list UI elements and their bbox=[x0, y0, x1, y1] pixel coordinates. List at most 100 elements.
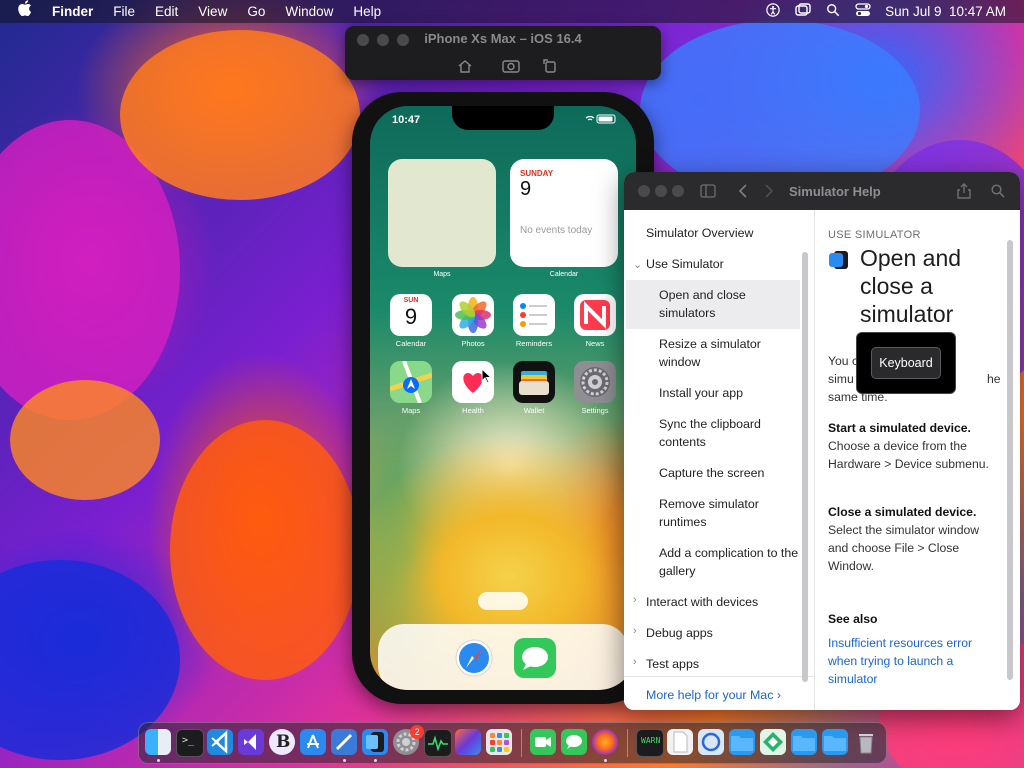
finder-icon[interactable] bbox=[145, 729, 171, 755]
menu-file[interactable]: File bbox=[103, 0, 145, 23]
app-label-wallet: Wallet bbox=[523, 406, 545, 415]
visual-studio-icon[interactable] bbox=[238, 729, 264, 755]
app-label-news: News bbox=[585, 339, 605, 348]
help-search-icon[interactable] bbox=[991, 184, 1005, 203]
start-device-title: Start a simulated device. bbox=[828, 421, 971, 435]
sidebar-item-resize[interactable]: Resize a simulator window bbox=[659, 335, 799, 371]
chevron-down-icon[interactable]: ⌄ bbox=[633, 258, 642, 271]
help-close-button[interactable] bbox=[638, 185, 650, 197]
document-icon[interactable] bbox=[667, 729, 693, 755]
sidebar-item-simulator-overview[interactable]: Simulator Overview bbox=[646, 224, 822, 242]
help-minimize-button[interactable] bbox=[655, 185, 667, 197]
help-zoom-button[interactable] bbox=[672, 185, 684, 197]
control-center-icon[interactable] bbox=[855, 3, 871, 20]
simulator-toolbar: iPhone Xs Max – iOS 16.4 bbox=[345, 26, 661, 80]
close-device-text: Select the simulator window and choose F… bbox=[828, 523, 980, 573]
menu-edit[interactable]: Edit bbox=[145, 0, 188, 23]
sidebar-item-remove-runtimes[interactable]: Remove simulator runtimes bbox=[659, 495, 799, 531]
xcode-icon[interactable] bbox=[331, 729, 357, 755]
menu-bar: Finder File Edit View Go Window Help Sun… bbox=[0, 0, 1024, 23]
app-store-icon[interactable] bbox=[300, 729, 326, 755]
home-icon[interactable] bbox=[457, 58, 473, 74]
chevron-right-icon[interactable]: › bbox=[633, 625, 637, 637]
phone-dock bbox=[378, 624, 628, 690]
photos-app-icon[interactable] bbox=[452, 294, 494, 336]
bbedit-icon[interactable]: B bbox=[269, 729, 295, 755]
back-chevron-icon[interactable] bbox=[738, 184, 748, 203]
help-window-title: Simulator Help bbox=[789, 184, 881, 199]
settings-badge: 2 bbox=[410, 725, 424, 739]
sidebar-item-add-complication[interactable]: Add a complication to the gallery bbox=[659, 544, 799, 580]
menu-help[interactable]: Help bbox=[343, 0, 391, 23]
console-icon[interactable]: WARN bbox=[636, 729, 664, 757]
folder-icon[interactable] bbox=[729, 729, 755, 755]
calendar-app-icon[interactable]: SUN 9 bbox=[390, 294, 432, 336]
chevron-right-icon[interactable]: › bbox=[633, 656, 637, 668]
help-sidebar: Simulator Overview ⌄ Use Simulator Open … bbox=[624, 210, 815, 710]
news-app-icon[interactable] bbox=[574, 294, 616, 336]
screen-recorder-icon[interactable] bbox=[698, 729, 724, 755]
window-switcher-icon[interactable] bbox=[795, 3, 811, 20]
page-indicator[interactable] bbox=[478, 592, 528, 610]
folder-icon[interactable] bbox=[791, 729, 817, 755]
page-heading: Open and close a simulator bbox=[860, 245, 962, 327]
screenshot-icon[interactable] bbox=[502, 58, 520, 74]
trash-icon[interactable] bbox=[853, 729, 879, 755]
sidebar-item-debug[interactable]: Debug apps bbox=[646, 624, 822, 642]
calendar-widget[interactable]: SUNDAY 9 No events today bbox=[510, 159, 618, 267]
simulator-icon[interactable] bbox=[362, 729, 388, 755]
sidebar-scrollbar[interactable] bbox=[802, 252, 808, 682]
menu-go[interactable]: Go bbox=[237, 0, 275, 23]
menubar-clock[interactable]: Sun Jul 9 10:47 AM bbox=[885, 4, 1006, 19]
folder-icon[interactable] bbox=[822, 729, 848, 755]
menu-window[interactable]: Window bbox=[275, 0, 343, 23]
running-indicator bbox=[157, 759, 160, 762]
wallpaper-shape bbox=[170, 420, 360, 680]
share-icon[interactable] bbox=[957, 183, 971, 204]
accessibility-icon[interactable] bbox=[765, 3, 781, 20]
firefox-icon[interactable] bbox=[592, 729, 618, 755]
apple-menu-icon[interactable] bbox=[0, 0, 42, 23]
rotate-icon[interactable] bbox=[542, 58, 558, 74]
reminders-app-icon[interactable] bbox=[513, 294, 555, 336]
messages-icon[interactable] bbox=[561, 729, 587, 755]
diamond-app-icon[interactable] bbox=[760, 729, 786, 755]
activity-monitor-icon[interactable] bbox=[424, 729, 452, 757]
maps-app-icon[interactable] bbox=[389, 360, 433, 404]
forward-chevron-icon[interactable] bbox=[764, 184, 774, 203]
content-scrollbar[interactable] bbox=[1007, 240, 1013, 680]
maps-widget[interactable] bbox=[388, 159, 496, 267]
shortcuts-icon[interactable] bbox=[455, 729, 481, 755]
sidebar-item-install-app[interactable]: Install your app bbox=[659, 384, 799, 402]
launchpad-icon[interactable] bbox=[486, 729, 512, 755]
keyboard-popup: Keyboard bbox=[856, 332, 956, 394]
wallet-app-icon[interactable] bbox=[513, 361, 555, 403]
sidebar-item-open-close[interactable]: Open and close simulators bbox=[659, 286, 799, 322]
keyboard-button[interactable]: Keyboard bbox=[871, 347, 941, 379]
menu-view[interactable]: View bbox=[188, 0, 237, 23]
vscode-icon[interactable] bbox=[207, 729, 233, 755]
sidebar-item-use-simulator[interactable]: Use Simulator bbox=[646, 255, 822, 273]
insufficient-resources-link[interactable]: Insufficient resources error when trying… bbox=[828, 634, 996, 688]
sidebar-toggle-icon[interactable] bbox=[700, 184, 716, 203]
menu-app-finder[interactable]: Finder bbox=[42, 0, 103, 23]
sidebar-item-test[interactable]: Test apps bbox=[646, 655, 822, 673]
spotlight-search-icon[interactable] bbox=[825, 3, 841, 20]
wallpaper-shape bbox=[120, 30, 360, 200]
phone-status-icons bbox=[584, 114, 618, 127]
iphone-screen[interactable]: 10:47 Maps SUNDAY 9 No events today Cale… bbox=[370, 106, 636, 690]
app-label-maps: Maps bbox=[401, 406, 421, 415]
terminal-icon[interactable]: >_ bbox=[176, 729, 204, 757]
sidebar-item-sync-clipboard[interactable]: Sync the clipboard contents bbox=[659, 415, 799, 451]
mouse-cursor-icon bbox=[481, 368, 493, 384]
sidebar-item-capture-screen[interactable]: Capture the screen bbox=[659, 464, 799, 482]
messages-app-icon[interactable] bbox=[514, 638, 556, 683]
settings-app-icon[interactable] bbox=[574, 361, 616, 403]
see-also-heading: See also bbox=[828, 612, 878, 626]
chevron-right-icon[interactable]: › bbox=[633, 594, 637, 606]
sidebar-item-interact[interactable]: Interact with devices bbox=[646, 593, 822, 611]
running-indicator bbox=[343, 759, 346, 762]
facetime-icon[interactable] bbox=[530, 729, 556, 755]
more-help-link[interactable]: More help for your Mac › bbox=[646, 686, 822, 704]
safari-app-icon[interactable] bbox=[454, 638, 494, 683]
